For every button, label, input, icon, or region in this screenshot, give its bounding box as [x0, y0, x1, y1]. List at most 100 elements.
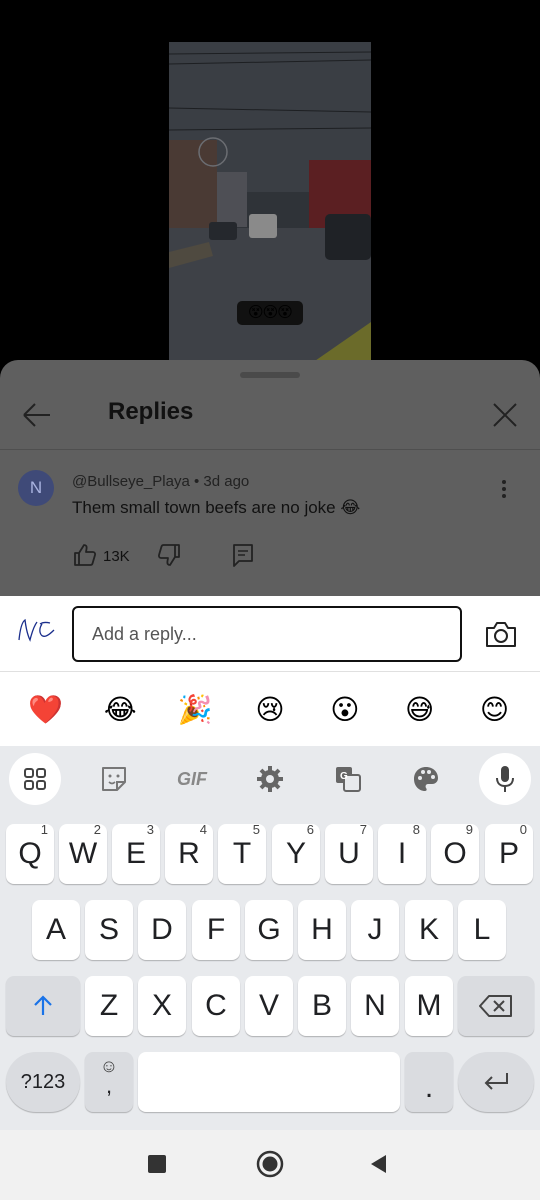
emoji-crying[interactable]: 😢 [243, 693, 297, 726]
back-triangle-icon[interactable] [370, 1154, 388, 1174]
enter-arrow-icon [484, 1073, 508, 1090]
panel-title: Replies [108, 398, 194, 425]
key-hint: 7 [359, 822, 367, 837]
emoji-smiling[interactable]: 😊 [467, 693, 521, 726]
comment-age: 3d ago [203, 473, 250, 490]
keyboard-toolbar: GIF G [0, 746, 540, 810]
video-caption-emojis: 😵😵😵 [237, 301, 303, 325]
comment-author[interactable]: @Bullseye_Playa [72, 473, 190, 490]
key-y[interactable]: Y6 [272, 822, 320, 884]
key-label: T [232, 837, 252, 870]
reply-input[interactable] [72, 606, 462, 662]
key-label: Y [285, 837, 306, 870]
backspace-icon [479, 995, 512, 1017]
key-label: U [338, 837, 360, 870]
key-a[interactable]: A [32, 900, 80, 960]
key-label: W [68, 837, 98, 870]
key-q[interactable]: Q1 [6, 822, 54, 884]
key-hint: 2 [93, 822, 101, 837]
emoji-tears-of-joy[interactable]: 😂 [93, 693, 147, 726]
key-t[interactable]: T5 [218, 822, 266, 884]
key-k[interactable]: K [405, 900, 453, 960]
key-r[interactable]: R4 [165, 822, 213, 884]
key-label: R [178, 837, 200, 870]
drag-handle[interactable] [240, 372, 300, 378]
settings-gear-icon[interactable] [244, 753, 296, 805]
key-hint: 4 [199, 822, 207, 837]
key-hint: 9 [465, 822, 473, 837]
key-label: P [498, 837, 519, 870]
gif-icon[interactable]: GIF [166, 753, 218, 805]
key-label: E [125, 837, 146, 870]
apps-grid-icon[interactable] [9, 753, 61, 805]
divider [0, 449, 540, 450]
back-arrow-icon[interactable] [20, 398, 54, 432]
screen: 😵😵😵 Replies N @Bullseye_Playa • 3d ago T… [0, 0, 540, 1200]
system-navigation-bar [0, 1130, 540, 1200]
key-f[interactable]: F [192, 900, 240, 960]
user-avatar-signature[interactable] [16, 616, 58, 644]
emoji-sweat-smile[interactable]: 😅 [393, 693, 447, 726]
key-l[interactable]: L [458, 900, 506, 960]
thumbs-up-icon[interactable] [72, 542, 98, 568]
svg-text:G: G [340, 771, 348, 782]
key-hint: 5 [252, 822, 260, 837]
key-g[interactable]: G [245, 900, 293, 960]
key-d[interactable]: D [138, 900, 186, 960]
key-label: Q [18, 837, 42, 870]
emoji-heart[interactable]: ❤️ [18, 693, 72, 726]
thumbs-down-icon[interactable] [156, 542, 182, 568]
replies-panel: Replies N @Bullseye_Playa • 3d ago Them … [0, 360, 540, 596]
palette-icon[interactable] [400, 753, 452, 805]
gif-label: GIF [177, 768, 207, 789]
key-b[interactable]: B [298, 976, 346, 1036]
comment-meta: @Bullseye_Playa • 3d ago [72, 473, 249, 490]
space-bar[interactable] [138, 1052, 400, 1112]
key-label: O [443, 837, 467, 870]
microphone-icon[interactable] [479, 753, 531, 805]
emoji-comma-key[interactable]: ☺ , [85, 1052, 133, 1112]
video-player[interactable]: 😵😵😵 [169, 42, 371, 372]
comma-label: , [105, 1073, 113, 1098]
reply-comment-icon[interactable] [230, 542, 256, 568]
period-key[interactable]: . [405, 1052, 453, 1112]
keyboard: GIF G Q1 W2 E3 R4 T5 Y6 U7 I8 O9 P0 A S … [0, 746, 540, 1130]
comment-text: Them small town beefs are no joke 😂 [72, 498, 361, 517]
camera-icon[interactable] [484, 620, 518, 650]
key-x[interactable]: X [138, 976, 186, 1036]
period-label: . [424, 1071, 434, 1104]
key-n[interactable]: N [351, 976, 399, 1036]
key-w[interactable]: W2 [59, 822, 107, 884]
key-v[interactable]: V [245, 976, 293, 1036]
emoji-surprised[interactable]: 😮 [318, 693, 372, 726]
enter-key[interactable] [458, 1052, 534, 1112]
key-hint: 3 [146, 822, 154, 837]
key-u[interactable]: U7 [325, 822, 373, 884]
shift-key[interactable] [6, 976, 80, 1036]
key-hint: 1 [40, 822, 48, 837]
backspace-key[interactable] [458, 976, 534, 1036]
sticker-icon[interactable] [88, 753, 140, 805]
close-icon[interactable] [488, 398, 522, 432]
key-i[interactable]: I8 [378, 822, 426, 884]
key-label: I [397, 837, 407, 870]
recent-apps-icon[interactable] [148, 1155, 166, 1173]
key-hint: 6 [306, 822, 314, 837]
emoji-quick-bar: ❤️ 😂 🎉 😢 😮 😅 😊 [0, 672, 540, 746]
avatar[interactable]: N [18, 470, 54, 506]
numbers-symbols-key[interactable]: ?123 [6, 1052, 80, 1112]
key-s[interactable]: S [85, 900, 133, 960]
key-m[interactable]: M [405, 976, 453, 1036]
key-e[interactable]: E3 [112, 822, 160, 884]
key-z[interactable]: Z [85, 976, 133, 1036]
emoji-party-popper[interactable]: 🎉 [168, 693, 222, 726]
key-hint: 0 [519, 822, 527, 837]
key-o[interactable]: O9 [431, 822, 479, 884]
key-p[interactable]: P0 [485, 822, 533, 884]
key-h[interactable]: H [298, 900, 346, 960]
key-c[interactable]: C [192, 976, 240, 1036]
key-j[interactable]: J [351, 900, 399, 960]
more-options-icon[interactable] [494, 478, 514, 500]
translate-icon[interactable]: G [322, 753, 374, 805]
home-icon[interactable] [256, 1150, 284, 1178]
